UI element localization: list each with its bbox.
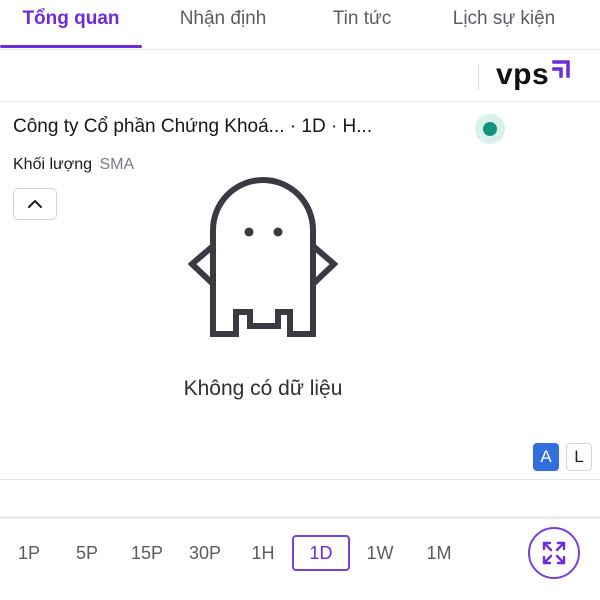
interval-1d[interactable]: 1D: [292, 535, 350, 571]
brand-text: vps: [496, 58, 550, 91]
tab-tin-tuc[interactable]: Tin tức: [300, 0, 424, 48]
interval-1p[interactable]: 1P: [8, 535, 50, 571]
top-tab-bar: Tổng quan Nhận định Tin tức Lịch sự kiện: [0, 0, 600, 50]
tab-lich-su-kien[interactable]: Lịch sự kiện: [424, 0, 584, 48]
collapse-legend-button[interactable]: [13, 188, 57, 220]
tab-nhan-dinh[interactable]: Nhận định: [148, 0, 298, 48]
market-status-indicator: [475, 114, 505, 144]
brand-bar: vps: [0, 50, 600, 102]
chevron-up-icon: [28, 200, 42, 208]
vps-logo-icon: [552, 60, 570, 78]
indicator-name: Khối lượng: [13, 156, 93, 173]
indicator-legend[interactable]: Khối lượng SMA: [13, 156, 134, 174]
interval-5p[interactable]: 5P: [66, 535, 108, 571]
chart-bottom-divider: [0, 479, 600, 480]
log-scale-button[interactable]: L: [566, 443, 592, 471]
status-dot-icon: [483, 122, 497, 136]
interval-15p[interactable]: 15P: [122, 535, 172, 571]
tab-tong-quan[interactable]: Tổng quan: [0, 0, 142, 48]
active-tab-indicator: [0, 45, 142, 48]
empty-state-message: Không có dữ liệu: [183, 377, 343, 400]
brand-divider: [478, 64, 479, 90]
expand-icon: [542, 541, 566, 565]
fullscreen-button[interactable]: [528, 527, 580, 579]
indicator-sub: SMA: [99, 156, 135, 173]
interval-bar-divider: [0, 516, 600, 519]
auto-scale-button[interactable]: A: [533, 443, 559, 471]
chart-symbol-title[interactable]: Công ty Cổ phần Chứng Khoá... · 1D · H..…: [13, 116, 372, 138]
vps-logo: vps: [496, 58, 573, 92]
interval-1w[interactable]: 1W: [357, 535, 403, 571]
interval-30p[interactable]: 30P: [180, 535, 230, 571]
interval-1m[interactable]: 1M: [416, 535, 462, 571]
interval-1h[interactable]: 1H: [242, 535, 284, 571]
ghost-icon: [188, 177, 338, 337]
